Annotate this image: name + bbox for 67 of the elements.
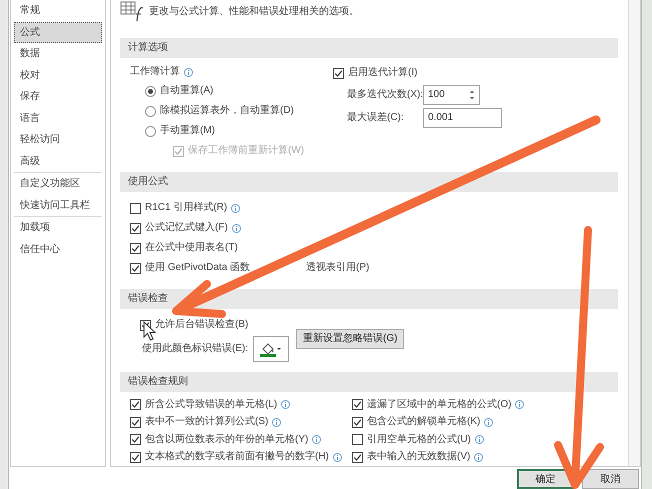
radio-button[interactable] — [145, 86, 156, 96]
sidebar-item[interactable]: 保存 — [14, 86, 102, 108]
checkbox-label: 引用空单元格的公式(U) — [367, 434, 471, 446]
cancel-button[interactable]: 取消 — [582, 469, 639, 489]
section-header: 使用公式 — [120, 172, 618, 192]
checkbox-label: 启用迭代计算(I) — [348, 67, 418, 79]
description-text: 更改与公式计算、性能和错误处理相关的选项。 — [149, 6, 359, 18]
checkbox[interactable] — [130, 434, 141, 446]
ok-button[interactable]: 确定 — [517, 469, 574, 489]
sidebar-item[interactable]: 常规 — [14, 0, 102, 22]
checkbox[interactable] — [130, 262, 141, 274]
checkbox[interactable] — [130, 399, 141, 410]
checkbox[interactable] — [130, 242, 141, 254]
checkbox-label: 表中不一致的计算列公式(S) — [145, 416, 268, 428]
info-icon — [184, 68, 193, 76]
checkbox-label: R1C1 引用样式(R) — [145, 202, 228, 214]
sidebar-item[interactable]: 校对 — [14, 64, 102, 86]
formula-icon — [120, 1, 144, 23]
checkbox-label: 允许后台错误检查(B) — [155, 319, 248, 331]
checkbox-label: 使用 GetPivotData 函数 — [145, 262, 250, 274]
checkbox[interactable] — [352, 434, 363, 446]
checkbox[interactable] — [130, 416, 141, 428]
sidebar-item[interactable]: 语言 — [14, 108, 102, 129]
field-label: 使用此颜色标识错误(E): — [142, 343, 248, 355]
checkbox-label: 保存工作簿前重新计算(W) — [188, 145, 304, 157]
spin-field[interactable]: 100 — [423, 84, 480, 104]
checkbox-label: 文本格式的数字或者前面有撇号的数字(H) — [145, 451, 329, 464]
input-field[interactable]: 0.001 — [423, 108, 502, 128]
checkbox[interactable] — [130, 452, 141, 463]
radio-label: 手动重算(M) — [160, 125, 215, 137]
section-header: 错误检查 — [120, 289, 618, 309]
checkbox-label: 包含以两位数表示的年份的单元格(Y) — [145, 434, 308, 446]
checkbox-label: 表中输入的无效数据(V) — [367, 451, 470, 464]
checkbox-label: 在公式中使用表名(T) — [145, 242, 238, 254]
radio-button[interactable] — [145, 106, 156, 116]
radio-label: 除模拟运算表外，自动重算(D) — [160, 105, 294, 117]
field-label: 最大误差(C): — [347, 112, 405, 124]
sidebar-item[interactable]: 信任中心 — [14, 238, 102, 260]
sidebar-item[interactable]: 高级 — [14, 150, 102, 172]
sidebar-item[interactable]: 自定义功能区 — [14, 173, 102, 194]
sidebar-item[interactable]: 快速访问工具栏 — [14, 194, 102, 216]
sidebar-item[interactable]: 轻松访问 — [14, 129, 102, 150]
checkbox[interactable] — [130, 202, 141, 214]
checkbox-label: 所含公式导致错误的单元格(L) — [145, 398, 278, 411]
checkbox-label: 遗漏了区域中的单元格的公式(O) — [367, 398, 512, 411]
checkbox-label: 透视表引用(P) — [306, 262, 370, 274]
checkbox[interactable] — [352, 399, 363, 410]
group-label: 工作簿计算 — [130, 66, 180, 78]
color-picker-button[interactable] — [253, 336, 290, 362]
section-header: 错误检查规则 — [120, 372, 618, 392]
radio-button[interactable] — [145, 126, 156, 136]
checkbox[interactable] — [333, 68, 344, 78]
checkbox[interactable] — [352, 452, 363, 463]
field-label: 最多迭代次数(X): — [347, 88, 423, 100]
sidebar-item[interactable]: 公式 — [14, 22, 102, 43]
spinner-arrows-icon — [469, 88, 475, 100]
section-header: 计算选项 — [120, 38, 618, 58]
scrollbar[interactable] — [628, 0, 640, 466]
sidebar-item[interactable]: 数据 — [14, 43, 102, 64]
checkbox[interactable] — [130, 222, 141, 234]
reset-ignored-errors-button[interactable]: 重新设置忽略错误(G) — [296, 329, 404, 349]
radio-label: 自动重算(A) — [160, 85, 214, 97]
mouse-pointer-icon — [144, 320, 156, 341]
checkbox-label: 公式记忆式键入(F) — [145, 222, 228, 234]
sidebar-item[interactable]: 加载项 — [14, 217, 102, 238]
checkbox[interactable] — [352, 416, 363, 428]
checkbox-label: 包含公式的解锁单元格(K) — [367, 416, 480, 428]
